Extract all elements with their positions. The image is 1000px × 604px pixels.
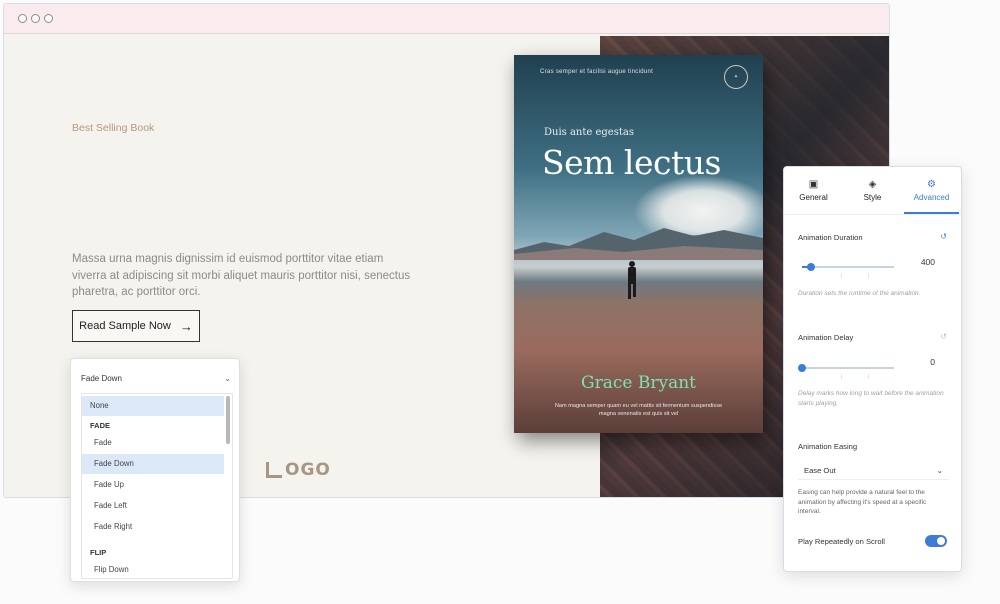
award-seal-icon: ✦ xyxy=(724,65,748,89)
option-fade[interactable]: Fade xyxy=(82,433,224,453)
option-none[interactable]: None xyxy=(82,396,224,416)
easing-label: Animation Easing xyxy=(798,442,858,451)
chevron-down-icon: ⌄ xyxy=(224,373,231,383)
logo-text: OGO xyxy=(285,460,331,480)
delay-ticks: | | xyxy=(841,374,881,380)
walker-figure xyxy=(628,261,636,299)
duration-slider[interactable] xyxy=(802,263,894,271)
book-title: Sem lectus xyxy=(542,143,721,182)
option-fade-up[interactable]: Fade Up xyxy=(82,475,224,495)
tab-general-label: General xyxy=(799,193,828,202)
chevron-down-icon: ⌄ xyxy=(936,466,943,475)
option-flip-down[interactable]: Flip Down xyxy=(82,560,224,578)
duration-help: Duration sets the runtime of the animati… xyxy=(798,290,921,297)
tab-advanced-label: Advanced xyxy=(913,193,950,202)
animation-select[interactable]: Fade Down ⌄ xyxy=(81,367,231,389)
paint-bucket-icon: ◈ xyxy=(868,179,877,190)
tab-general[interactable]: ▣ General xyxy=(784,167,843,214)
duration-ticks: | | xyxy=(841,273,881,279)
option-group-flip: FLIP xyxy=(90,548,107,557)
book-author: Grace Bryant xyxy=(581,373,696,393)
delay-slider[interactable] xyxy=(798,364,894,372)
book-cover: Cras semper et facilisi augue tincidunt … xyxy=(514,55,763,433)
book-subtitle: Duis ante egestas xyxy=(544,127,634,138)
read-sample-label: Read Sample Now xyxy=(79,320,171,332)
canvas: Best Selling Book Massa urna magnis dign… xyxy=(0,0,1000,604)
animation-select-value: Fade Down xyxy=(81,373,122,383)
repeat-toggle[interactable] xyxy=(925,535,947,547)
repeat-label: Play Repeatedly on Scroll xyxy=(798,537,885,546)
panel-tabs: ▣ General ◈ Style ⚙ Advanced xyxy=(784,167,961,215)
hero-body: Massa urna magnis dignissim id euismod p… xyxy=(72,253,411,298)
hero-eyebrow: Best Selling Book xyxy=(72,122,155,134)
animation-dropdown: Fade Down ⌄ None FADE Fade Fade Down Fad… xyxy=(70,358,240,582)
option-fade-right[interactable]: Fade Right xyxy=(82,517,224,537)
easing-help: Easing can help provide a natural feel t… xyxy=(798,489,927,515)
window-dot-2 xyxy=(31,14,40,23)
window-dot-3 xyxy=(44,14,53,23)
delay-reset-icon[interactable]: ↺ xyxy=(940,332,947,341)
gear-icon: ⚙ xyxy=(927,179,936,190)
arrow-right-icon: → xyxy=(179,318,193,334)
layout-icon: ▣ xyxy=(808,179,819,190)
window-dot-1 xyxy=(18,14,27,23)
mountain-art xyxy=(514,228,763,260)
delay-help: Delay marks how long to wait before the … xyxy=(798,390,944,407)
tab-style[interactable]: ◈ Style xyxy=(843,167,902,214)
delay-value[interactable]: 0 xyxy=(930,357,935,367)
option-fade-down[interactable]: Fade Down xyxy=(82,454,224,474)
book-blurb: Nam magna semper quam eu vel mattis sit … xyxy=(554,403,723,417)
option-fade-left[interactable]: Fade Left xyxy=(82,496,224,516)
option-group-fade: FADE xyxy=(90,421,111,430)
easing-select[interactable]: Ease Out ⌄ xyxy=(798,462,949,480)
duration-label: Animation Duration xyxy=(798,233,863,242)
duration-slider-handle[interactable] xyxy=(807,263,815,271)
delay-label: Animation Delay xyxy=(798,333,854,342)
browser-chrome xyxy=(4,4,889,34)
easing-select-value: Ease Out xyxy=(804,466,836,475)
delay-slider-handle[interactable] xyxy=(798,364,806,372)
duration-reset-icon[interactable]: ↺ xyxy=(940,232,947,241)
options-scrollbar[interactable] xyxy=(226,396,230,444)
read-sample-button[interactable]: Read Sample Now → xyxy=(72,310,200,342)
settings-panel: ▣ General ◈ Style ⚙ Advanced Animation D… xyxy=(783,166,962,572)
logo-l-mark xyxy=(266,462,282,478)
duration-value[interactable]: 400 xyxy=(921,257,935,267)
animation-options-list: None FADE Fade Fade Down Fade Up Fade Le… xyxy=(81,393,233,579)
tab-advanced[interactable]: ⚙ Advanced xyxy=(902,167,961,214)
tab-style-label: Style xyxy=(863,193,882,202)
book-tagline: Cras semper et facilisi augue tincidunt xyxy=(540,69,654,75)
logo: OGO xyxy=(266,460,331,480)
